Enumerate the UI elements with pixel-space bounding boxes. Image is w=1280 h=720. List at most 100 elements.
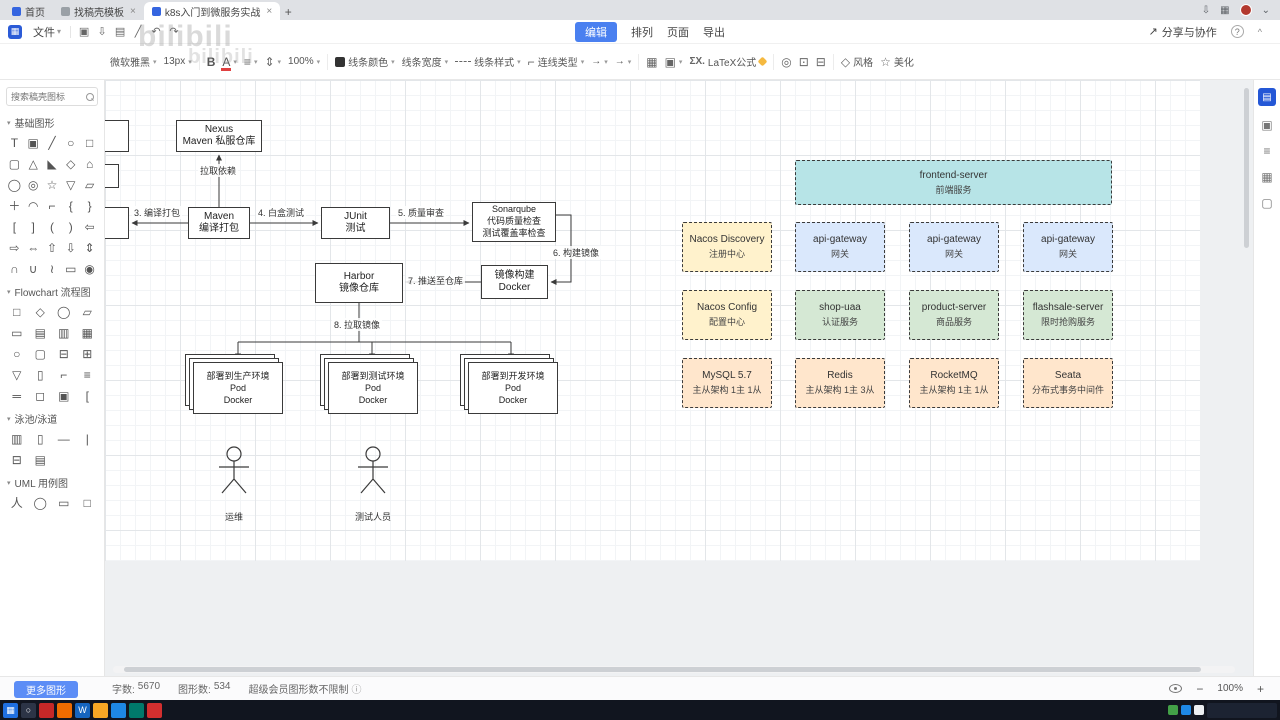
flow-node-deploy-dev[interactable]: 部署到开发环境 Pod Docker [460, 354, 558, 414]
undo-button[interactable]: ↶ [147, 23, 165, 41]
mode-arrange[interactable]: 排列 [631, 24, 653, 40]
taskbar-app-icon[interactable]: W [75, 702, 90, 718]
shape-icon[interactable]: ╱ [43, 134, 60, 151]
close-icon[interactable]: × [130, 6, 136, 17]
taskbar-app-icon[interactable] [111, 702, 126, 718]
mode-edit[interactable]: 编辑 [575, 21, 617, 42]
avatar[interactable] [1239, 4, 1252, 16]
flow-node-deploy-prod[interactable]: 部署到生产环境 Pod Docker [185, 354, 283, 414]
extensions-icon[interactable]: ▦ [1220, 5, 1229, 16]
edge-label-step6[interactable]: 6. 构建镜像 [551, 246, 602, 259]
shape-search[interactable] [6, 87, 98, 106]
shape-icon[interactable]: ) [62, 218, 79, 235]
shape-icon[interactable]: □ [8, 303, 25, 320]
shape-icon[interactable]: ⇨ [6, 239, 23, 256]
service-api-gateway-2[interactable]: api-gateway 网关 [909, 222, 999, 272]
arrow-end-select[interactable]: → ▾ [615, 56, 632, 67]
info-icon[interactable]: ⓘ [352, 681, 362, 696]
mode-export[interactable]: 导出 [703, 24, 725, 40]
shape-icon[interactable]: ◇ [62, 155, 79, 172]
flow-node-harbor[interactable]: Harbor 镜像仓库 [315, 263, 403, 303]
edge-label-step4[interactable]: 4. 白盒测试 [256, 206, 307, 219]
shape-icon[interactable]: ⇩ [62, 239, 79, 256]
line-spacing-button[interactable]: ⇕ ▾ [264, 55, 281, 69]
shape-icon[interactable]: ○ [62, 134, 79, 151]
vertical-scrollbar[interactable] [1243, 88, 1250, 643]
opacity-select[interactable]: 100% ▾ [288, 56, 320, 67]
shape-icon[interactable]: ⇕ [81, 239, 98, 256]
tray-icon[interactable] [1168, 705, 1178, 715]
shape-icon[interactable]: [ [79, 387, 96, 404]
shape-icon[interactable]: ▣ [25, 134, 42, 151]
download-icon[interactable]: ⇩ [1202, 5, 1210, 16]
outline-icon[interactable]: ≡ [1263, 144, 1270, 158]
font-color-button[interactable]: A ▾ [221, 55, 237, 71]
style-button[interactable]: ◇ 风格 [841, 54, 873, 70]
format-painter-button[interactable]: ╱ [129, 23, 147, 41]
connector-type-select[interactable]: ⌐ 连线类型 ▾ [528, 54, 585, 70]
tab-template[interactable]: 找稿壳模板 × [53, 2, 144, 20]
chevron-down-icon[interactable]: ⌄ [1262, 5, 1270, 16]
scrollbar-thumb[interactable] [124, 667, 1202, 672]
search-taskbar-icon[interactable]: ○ [21, 702, 36, 718]
shape-icon[interactable]: { [62, 197, 79, 214]
line-color-select[interactable]: 线条颜色 ▾ [335, 54, 395, 69]
latex-button[interactable]: ΣX. LaTeX公式 [689, 54, 768, 69]
close-icon[interactable]: × [266, 6, 272, 17]
line-style-select[interactable]: 线条样式 ▾ [455, 54, 521, 69]
service-api-gateway-3[interactable]: api-gateway 网关 [1023, 222, 1113, 272]
shape-icon[interactable]: ◇ [32, 303, 49, 320]
taskbar-app-icon[interactable] [147, 702, 162, 718]
shape-icon[interactable]: ≡ [79, 366, 96, 383]
section-uml[interactable]: ▾ UML 用例图 [0, 470, 104, 492]
shape-icon[interactable]: ⌂ [81, 155, 98, 172]
shape-icon[interactable]: ▭ [62, 260, 79, 277]
taskbar-app-icon[interactable] [129, 702, 144, 718]
service-mysql[interactable]: MySQL 5.7 主从架构 1主 1从 [682, 358, 772, 408]
shape-icon[interactable]: ( [43, 218, 60, 235]
flow-node-junit[interactable]: JUnit 测试 [321, 207, 390, 239]
taskbar-app-icon[interactable] [93, 702, 108, 718]
line-width-select[interactable]: 线条宽度 ▾ [402, 54, 449, 69]
table-button[interactable]: ▦ [646, 55, 657, 69]
pages-panel-button[interactable]: ▤ [1258, 88, 1276, 106]
shape-icon[interactable]: ▯ [32, 366, 49, 383]
font-family-select[interactable]: 微软雅黑 ▾ [110, 54, 157, 69]
taskbar-app-icon[interactable] [57, 702, 72, 718]
service-frontend[interactable]: frontend-server 前端服务 [795, 160, 1112, 205]
shape-icon[interactable]: ○ [8, 345, 25, 362]
align-button[interactable]: ≡ ▾ [244, 55, 258, 69]
beautify-button[interactable]: ☆ 美化 [880, 54, 914, 70]
layer-button[interactable]: ⊟ [816, 55, 826, 69]
flow-node-partial[interactable] [105, 120, 129, 152]
arrow-start-select[interactable]: → ▾ [591, 56, 608, 67]
taskbar-app-icon[interactable] [39, 702, 54, 718]
scrollbar-thumb[interactable] [1244, 88, 1249, 248]
shape-icon[interactable]: ⌐ [55, 366, 72, 383]
shape-icon[interactable]: ⇦ [81, 218, 98, 235]
shape-icon[interactable]: ≀ [43, 260, 60, 277]
zoom-out-button[interactable]: − [1196, 682, 1203, 696]
shape-icon[interactable]: ▭ [55, 494, 72, 511]
section-basic-shapes[interactable]: ▾ 基础图形 [0, 110, 104, 132]
zoom-in-button[interactable]: + [1257, 682, 1264, 696]
shape-icon[interactable]: ▢ [32, 345, 49, 362]
shape-icon[interactable]: ◯ [32, 494, 49, 511]
service-product-server[interactable]: product-server 商品服务 [909, 290, 999, 340]
zoom-level[interactable]: 100% [1217, 683, 1243, 694]
shape-icon[interactable]: ▣ [55, 387, 72, 404]
shape-icon[interactable]: ⌐ [43, 197, 60, 214]
more-shapes-button[interactable]: 更多图形 [14, 681, 78, 698]
service-redis[interactable]: Redis 主从架构 1主 3从 [795, 358, 885, 408]
flow-node-docker-build[interactable]: 镜像构建 Docker [481, 265, 548, 299]
save-button[interactable]: ▣ [75, 23, 93, 41]
shape-icon[interactable]: ▭ [8, 324, 25, 341]
shape-icon[interactable]: ▤ [32, 324, 49, 341]
section-flowchart[interactable]: ▾ Flowchart 流程图 [0, 279, 104, 301]
edge-label-pull-dep[interactable]: 拉取依赖 [198, 164, 239, 177]
service-nacos-config[interactable]: Nacos Config 配置中心 [682, 290, 772, 340]
mode-page[interactable]: 页面 [667, 24, 689, 40]
service-api-gateway-1[interactable]: api-gateway 网关 [795, 222, 885, 272]
flow-node-nexus[interactable]: Nexus Maven 私服仓库 [176, 120, 262, 152]
preview-eye-icon[interactable] [1169, 684, 1183, 693]
